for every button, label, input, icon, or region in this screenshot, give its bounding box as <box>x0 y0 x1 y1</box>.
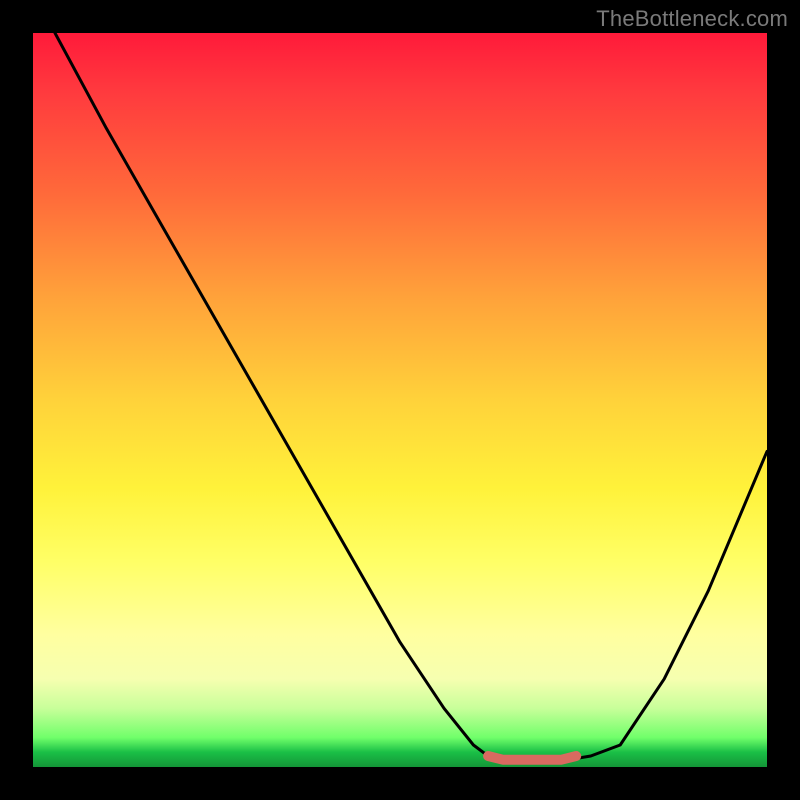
curve-layer <box>33 33 767 767</box>
watermark-text: TheBottleneck.com <box>596 6 788 32</box>
plot-area <box>33 33 767 767</box>
trough-marker <box>488 756 576 760</box>
chart-frame: TheBottleneck.com <box>0 0 800 800</box>
bottleneck-curve <box>55 33 767 760</box>
